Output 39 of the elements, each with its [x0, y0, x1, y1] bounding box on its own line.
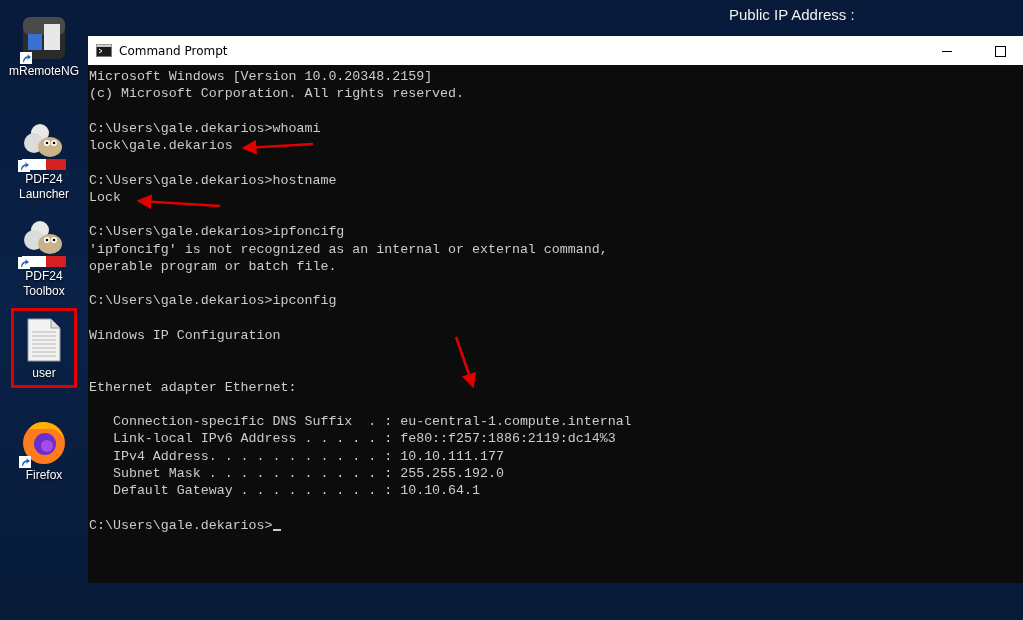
- minimize-icon: [942, 51, 952, 52]
- console-output: (c) Microsoft Corporation. All rights reserved.: [89, 86, 465, 102]
- console-output: Link-local IPv6 Address . . . . . : fe80::f257:1886:2119:dc14%3: [111, 431, 616, 447]
- console-icon: [96, 44, 112, 57]
- console-command: C:\Users\gale.dekarios>ipfoncifg: [89, 224, 345, 240]
- console-output: Windows IP Configuration: [89, 327, 281, 343]
- document-icon: [27, 318, 61, 362]
- maximize-icon: [994, 44, 1006, 57]
- console-command: C:\Users\gale.dekarios>hostname: [89, 172, 337, 188]
- console-output: Subnet Mask . . . . . . . . . . . : 255.255.192.0: [111, 465, 504, 481]
- desktop-icon[interactable]: mRemoteNG: [11, 6, 77, 86]
- console-command: C:\Users\gale.dekarios>: [89, 517, 273, 533]
- console-output: 'ipfoncifg' is not recognized as an internal or external command,: [89, 241, 608, 257]
- browser-icon: [21, 419, 67, 465]
- wallpaper-text: Public IP Address :: [728, 5, 856, 25]
- console-output: Microsoft Windows [Version 10.0.20348.2159]: [89, 69, 433, 84]
- icon-label: mRemoteNG: [9, 64, 79, 79]
- icon-label: Firefox: [25, 468, 63, 483]
- window-title: Command Prompt: [119, 43, 228, 58]
- console-output: Connection-specific DNS Suffix . : eu-central-1.compute.internal: [111, 414, 632, 429]
- icon-label: PDF24 Launcher: [18, 172, 69, 202]
- sheep-icon: [20, 218, 68, 268]
- desktop-icon[interactable]: Firefox: [11, 410, 77, 490]
- desktop-icon[interactable]: PDF24 Launcher: [11, 114, 77, 209]
- console-output: Default Gateway . . . . . . . . . : 10.10.64.1: [111, 483, 480, 498]
- remote-app-icon: [22, 16, 66, 60]
- arrow-annotation: [454, 336, 476, 389]
- desktop-icon[interactable]: user: [11, 308, 77, 388]
- console-output: Lock: [89, 189, 121, 205]
- console-output: operable program or batch file.: [89, 258, 337, 274]
- console-output: lock\gale.dekarios: [89, 138, 233, 153]
- sheep-icon: [20, 121, 68, 171]
- desktop-icon[interactable]: PDF24 Toolbox: [11, 211, 77, 306]
- icon-label: PDF24 Toolbox: [23, 269, 65, 299]
- console-output: IPv4 Address. . . . . . . . . . . : 10.10.111.177: [111, 448, 504, 464]
- console-command: C:\Users\gale.dekarios>whoami: [89, 120, 321, 136]
- console-output: Ethernet adapter Ethernet:: [89, 379, 297, 395]
- icon-label: user: [32, 366, 56, 381]
- console-command: C:\Users\gale.dekarios>ipconfig: [89, 293, 337, 309]
